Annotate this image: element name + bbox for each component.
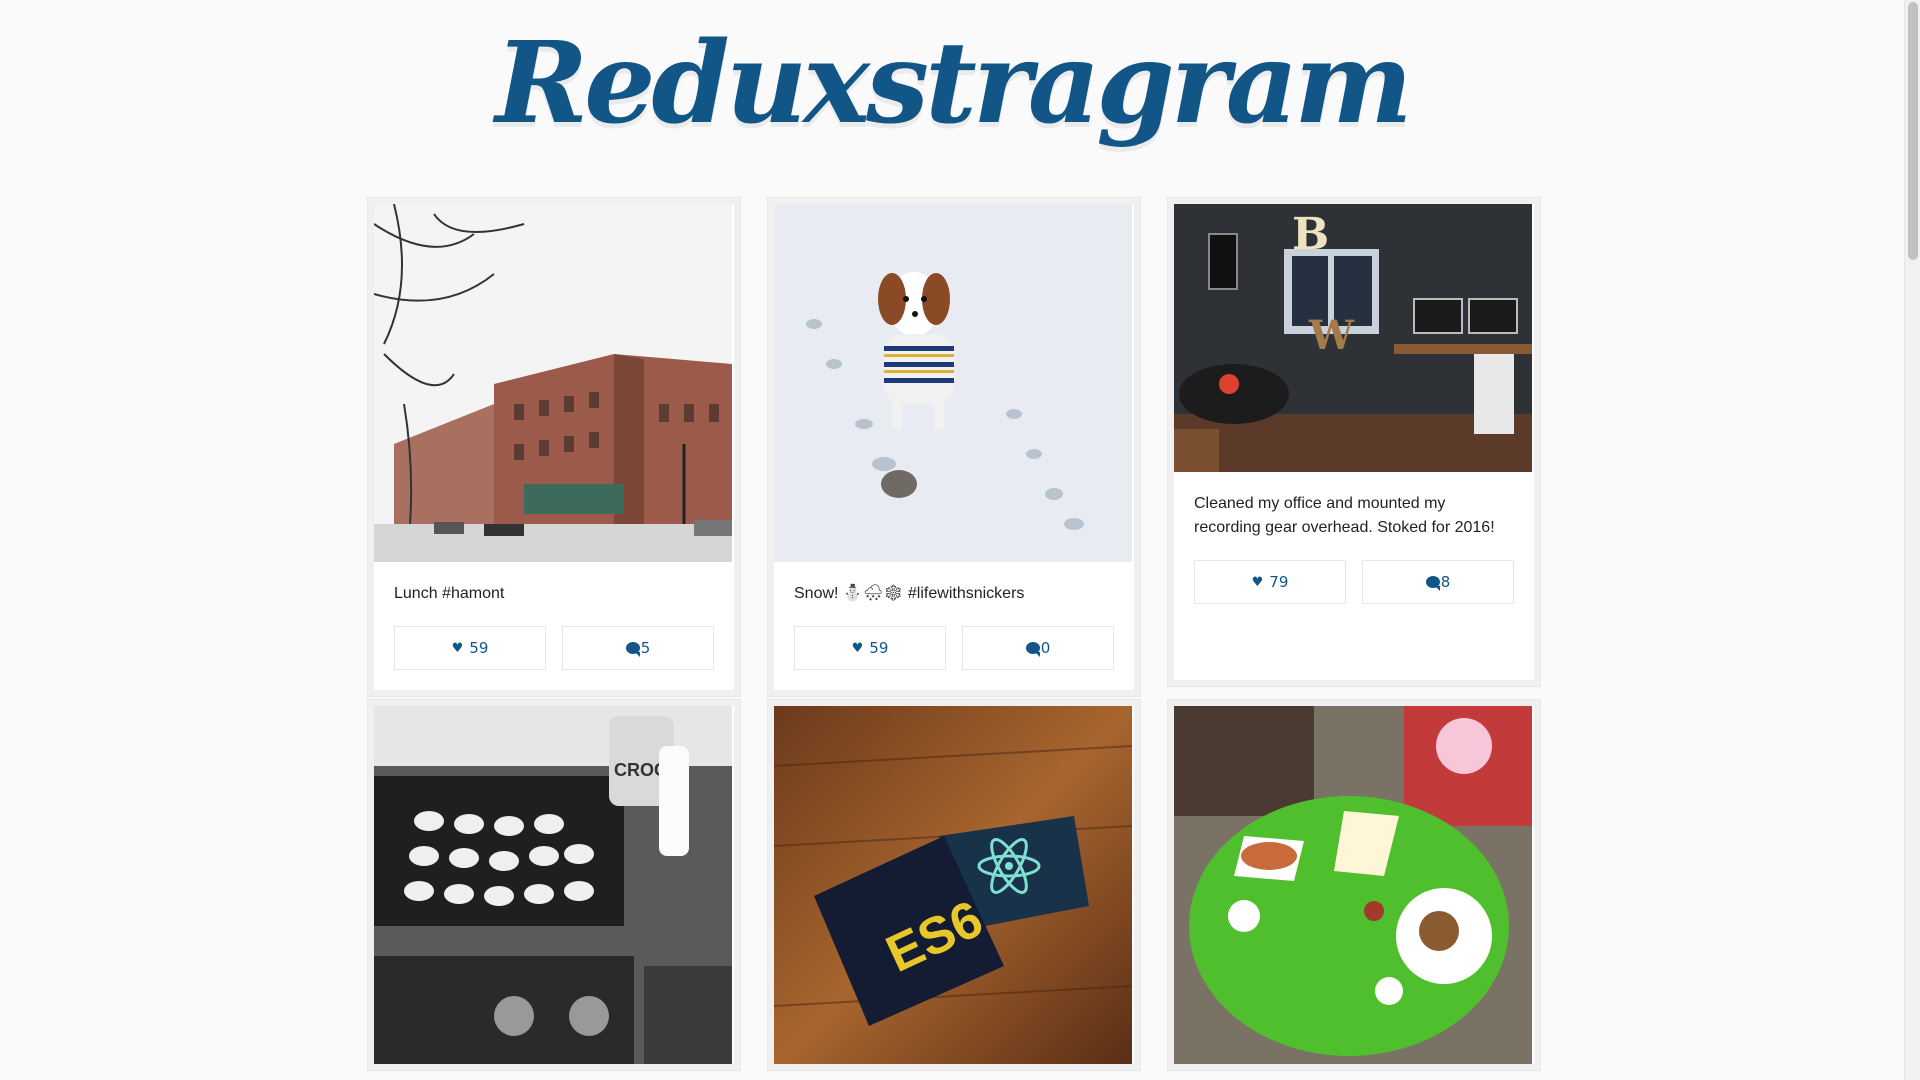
post-photo[interactable]: B W xyxy=(1174,204,1532,472)
like-button[interactable]: ♥ 79 xyxy=(1194,560,1346,604)
comment-count: 8 xyxy=(1440,573,1451,591)
photo-card: Lunch #hamont ♥ 59 5 xyxy=(368,198,740,696)
heart-icon: ♥ xyxy=(451,640,464,656)
post-photo[interactable] xyxy=(774,204,1132,562)
speech-bubble-icon xyxy=(1025,642,1040,657)
comments-button[interactable]: 0 xyxy=(962,626,1114,670)
app-logo[interactable]: Reduxstragram xyxy=(0,18,1904,149)
photo-card: Snow! ⛄🌨❄ #lifewithsnickers ♥ 59 0 xyxy=(768,198,1140,696)
post-controls: ♥ 59 0 xyxy=(774,606,1134,690)
svg-text:B: B xyxy=(1292,209,1329,260)
photo-card: B W Cleaned my office and mounted my rec… xyxy=(1168,198,1540,686)
comments-button[interactable]: 8 xyxy=(1362,560,1514,604)
like-button[interactable]: ♥ 59 xyxy=(794,626,946,670)
photo-card xyxy=(1168,700,1540,1070)
like-count: 79 xyxy=(1269,573,1289,591)
comments-button[interactable]: 5 xyxy=(562,626,714,670)
like-count: 59 xyxy=(869,639,889,657)
heart-icon: ♥ xyxy=(1251,574,1264,590)
photo-card: ES6 xyxy=(768,700,1140,1070)
comment-count: 0 xyxy=(1040,639,1051,657)
like-count: 59 xyxy=(469,639,489,657)
like-button[interactable]: ♥ 59 xyxy=(394,626,546,670)
post-photo[interactable] xyxy=(374,204,732,562)
speech-bubble-icon xyxy=(625,642,640,657)
post-caption: Snow! ⛄🌨❄ #lifewithsnickers xyxy=(794,585,1025,602)
svg-text:W: W xyxy=(1308,312,1355,359)
post-photo[interactable]: ES6 xyxy=(774,706,1132,1064)
speech-bubble-icon xyxy=(1425,576,1440,591)
post-caption: Lunch #hamont xyxy=(394,585,505,602)
post-controls: ♥ 79 8 xyxy=(1174,540,1534,624)
page-scrollbar[interactable] xyxy=(1904,0,1920,1080)
post-controls: ♥ 59 5 xyxy=(374,606,734,690)
scrollbar-thumb[interactable] xyxy=(1908,2,1918,260)
post-photo[interactable] xyxy=(1174,706,1532,1064)
comment-count: 5 xyxy=(640,639,651,657)
photo-card: CROCK xyxy=(368,700,740,1070)
post-caption: Cleaned my office and mounted my recordi… xyxy=(1194,495,1495,536)
heart-icon: ♥ xyxy=(851,640,864,656)
post-photo[interactable]: CROCK xyxy=(374,706,732,1064)
